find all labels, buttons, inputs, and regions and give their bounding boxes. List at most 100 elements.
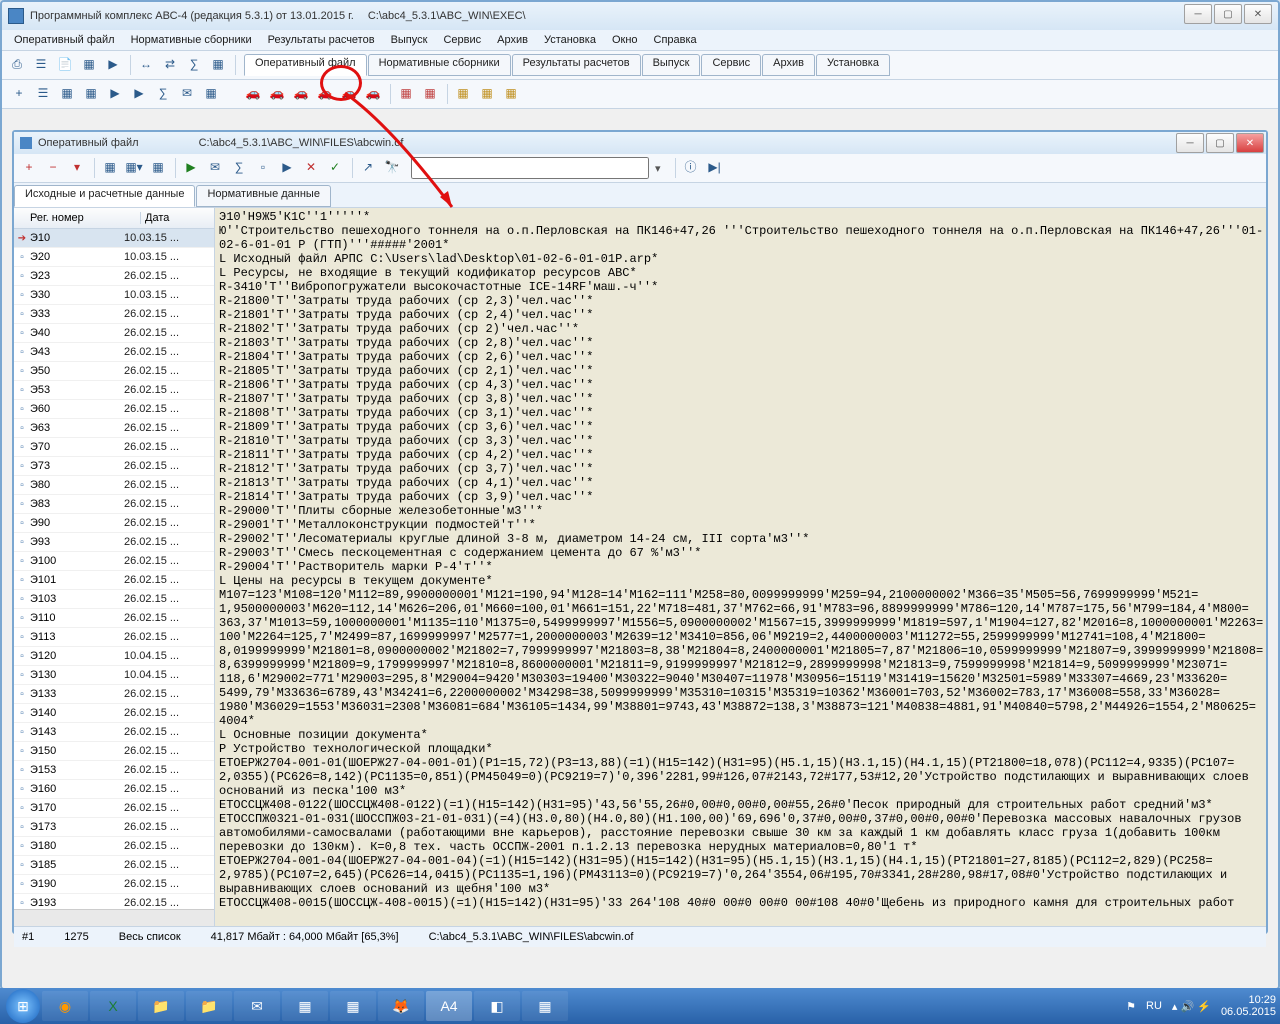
list-row[interactable]: ▫Э18526.02.15 ... [14,856,214,875]
inner-tab[interactable]: Нормативные данные [196,185,331,207]
menu-item[interactable]: Окно [606,32,644,48]
tray-icons[interactable]: ▴ 🔊 ⚡ [1172,1000,1211,1013]
tb-icon[interactable]: ∑ [152,83,174,105]
task-explorer[interactable]: 📁 [186,991,232,1021]
list-row[interactable]: ▫Э14326.02.15 ... [14,723,214,742]
outer-tab[interactable]: Выпуск [642,54,701,76]
list-row[interactable]: ▫Э15026.02.15 ... [14,742,214,761]
list-row[interactable]: ▫Э5326.02.15 ... [14,381,214,400]
outer-tab[interactable]: Нормативные сборники [368,54,511,76]
list-row[interactable]: ▫Э15326.02.15 ... [14,761,214,780]
task-app[interactable]: ▦ [330,991,376,1021]
list-row[interactable]: ▫Э14026.02.15 ... [14,704,214,723]
grid-icon[interactable]: ▦▾ [123,157,145,179]
tb-icon[interactable]: ⎙ [6,54,28,76]
tb-icon[interactable]: ▦ [500,83,522,105]
list-row[interactable]: ▫Э9326.02.15 ... [14,533,214,552]
tb-icon[interactable]: ☰ [32,83,54,105]
tb-icon[interactable]: ▦ [80,83,102,105]
menu-item[interactable]: Установка [538,32,602,48]
list-row[interactable]: ▫Э12010.04.15 ... [14,647,214,666]
tb-car-icon[interactable]: 🚗 [290,83,312,105]
binoculars-icon[interactable]: 🔭 [381,157,403,179]
tool-icon[interactable]: ✓ [324,157,346,179]
tray-flag-icon[interactable]: ⚑ [1126,1000,1136,1013]
list-row[interactable]: ▫Э8026.02.15 ... [14,476,214,495]
tb-icon[interactable]: 📄 [54,54,76,76]
list-row[interactable]: ▫Э13010.04.15 ... [14,666,214,685]
list-row[interactable]: ▫Э10026.02.15 ... [14,552,214,571]
grid-icon[interactable]: ▦ [99,157,121,179]
menu-item[interactable]: Результаты расчетов [262,32,381,48]
text-content-pane[interactable]: Э10'Н9Ж5'К1С''1'''''* Ю''Строительство п… [215,208,1266,926]
list-row[interactable]: ▫Э9026.02.15 ... [14,514,214,533]
list-row[interactable]: ▫Э4026.02.15 ... [14,324,214,343]
task-abc4[interactable]: A4 [426,991,472,1021]
task-explorer[interactable]: 📁 [138,991,184,1021]
tb-icon[interactable]: ▦ [78,54,100,76]
tb-icon[interactable]: ▦ [419,83,441,105]
list-row[interactable]: ▫Э6326.02.15 ... [14,419,214,438]
tool-icon[interactable]: ▫ [252,157,274,179]
windows-taskbar[interactable]: ⊞ ◉ X 📁 📁 ✉ ▦ ▦ 🦊 A4 ◧ ▦ ⚑ RU ▴ 🔊 ⚡ 10:2… [0,988,1280,1024]
tb-icon[interactable]: ▦ [207,54,229,76]
column-headers[interactable]: Рег. номер Дата [14,208,214,229]
tool-icon[interactable]: ✕ [300,157,322,179]
list-row[interactable]: ▫Э2326.02.15 ... [14,267,214,286]
list-row[interactable]: ▫Э19026.02.15 ... [14,875,214,894]
tb-car-icon[interactable]: 🚗 [314,83,336,105]
grid-icon[interactable]: ▦ [147,157,169,179]
task-wmp[interactable]: ◉ [42,991,88,1021]
maximize-button[interactable]: ▢ [1214,4,1242,24]
menu-item[interactable]: Справка [648,32,703,48]
list-row[interactable]: ➔Э1010.03.15 ... [14,229,214,248]
list-row[interactable]: ▫Э18026.02.15 ... [14,837,214,856]
info-icon[interactable]: ⓘ [680,157,702,179]
list-row[interactable]: ▫Э10326.02.15 ... [14,590,214,609]
tb-icon[interactable]: ▦ [200,83,222,105]
task-app[interactable]: ▦ [282,991,328,1021]
minimize-button[interactable]: ─ [1176,133,1204,153]
outer-tab[interactable]: Сервис [701,54,761,76]
play-icon[interactable]: ▶ [180,157,202,179]
tool-icon[interactable]: ▶ [276,157,298,179]
search-input[interactable] [411,157,649,179]
list-row[interactable]: ▫Э11026.02.15 ... [14,609,214,628]
tray-time[interactable]: 10:29 [1221,994,1276,1006]
close-button[interactable]: ✕ [1244,4,1272,24]
task-app[interactable]: ◧ [474,991,520,1021]
list-row[interactable]: ▫Э8326.02.15 ... [14,495,214,514]
list-row[interactable]: ▫Э17026.02.15 ... [14,799,214,818]
list-row[interactable]: ▫Э11326.02.15 ... [14,628,214,647]
task-firefox[interactable]: 🦊 [378,991,424,1021]
task-app[interactable]: ▦ [522,991,568,1021]
list-row[interactable]: ▫Э17326.02.15 ... [14,818,214,837]
remove-icon[interactable]: − [42,157,64,179]
tb-car-icon[interactable]: 🚗 [266,83,288,105]
col-date[interactable]: Дата [141,212,169,224]
tb-icon[interactable]: ✉ [176,83,198,105]
tray-lang[interactable]: RU [1146,1000,1162,1012]
menu-item[interactable]: Архив [491,32,534,48]
menu-item[interactable]: Сервис [437,32,487,48]
dropdown-arrow[interactable]: ▾ [655,162,661,175]
tb-icon[interactable]: ▦ [395,83,417,105]
outer-tab[interactable]: Архив [762,54,815,76]
tb-icon[interactable]: ▶ [128,83,150,105]
tb-car-icon[interactable]: 🚗 [362,83,384,105]
h-scrollbar[interactable] [14,909,214,926]
list-row[interactable]: ▫Э5026.02.15 ... [14,362,214,381]
tb-icon[interactable]: ▶ [104,83,126,105]
list-row[interactable]: ▫Э13326.02.15 ... [14,685,214,704]
list-row[interactable]: ▫Э3326.02.15 ... [14,305,214,324]
list-row[interactable]: ▫Э7326.02.15 ... [14,457,214,476]
tb-car-icon[interactable]: 🚗 [242,83,264,105]
list-row[interactable]: ▫Э4326.02.15 ... [14,343,214,362]
mail-icon[interactable]: ✉ [204,157,226,179]
list-row[interactable]: ▫Э10126.02.15 ... [14,571,214,590]
tb-car-icon[interactable]: 🚗 [338,83,360,105]
add-icon[interactable]: + [18,157,40,179]
menu-item[interactable]: Нормативные сборники [125,32,258,48]
tb-icon[interactable]: ☰ [30,54,52,76]
minimize-button[interactable]: ─ [1184,4,1212,24]
